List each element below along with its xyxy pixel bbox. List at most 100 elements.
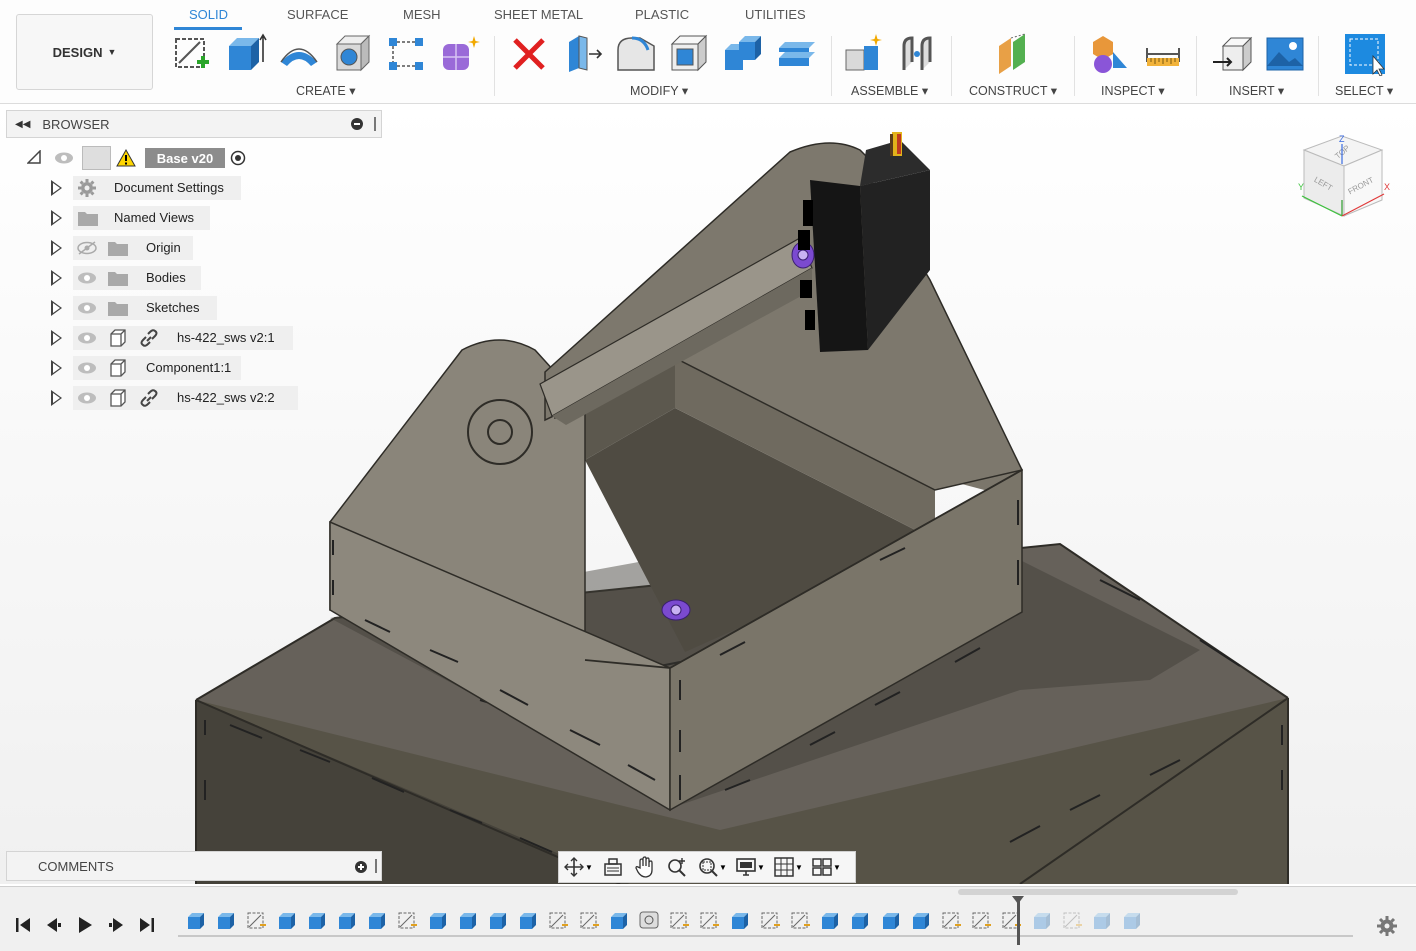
timeline-last-button[interactable]	[136, 914, 158, 936]
timeline-feature[interactable]	[637, 908, 661, 932]
timeline-marker[interactable]	[1012, 896, 1024, 945]
group-label-modify[interactable]: MODIFY ▾	[630, 83, 688, 98]
orbit-button[interactable]: ▼	[559, 853, 597, 881]
fit-button[interactable]: ▼	[693, 853, 731, 881]
group-label-insert[interactable]: INSERT ▾	[1229, 83, 1284, 98]
tree-item-named-views[interactable]: Named Views	[6, 206, 382, 230]
timeline-feature[interactable]	[667, 908, 691, 932]
tab-plastic[interactable]: PLASTIC	[635, 7, 689, 22]
viewports-button[interactable]: ▼	[807, 853, 845, 881]
tree-item-sketches[interactable]: Sketches	[6, 296, 382, 320]
timeline-feature[interactable]	[939, 908, 963, 932]
timeline-feature[interactable]	[546, 908, 570, 932]
tree-item-bodies[interactable]: Bodies	[6, 266, 382, 290]
add-comment-icon[interactable]	[355, 861, 367, 873]
timeline-feature[interactable]	[214, 908, 238, 932]
tab-sheet-metal[interactable]: SHEET METAL	[494, 7, 583, 22]
tree-root[interactable]: Base v20	[6, 146, 382, 170]
timeline-feature[interactable]	[365, 908, 389, 932]
timeline-feature[interactable]	[607, 908, 631, 932]
timeline-feature[interactable]	[577, 908, 601, 932]
group-label-create[interactable]: CREATE ▾	[296, 83, 356, 98]
expand-triangle-icon[interactable]	[51, 270, 62, 286]
section-analysis-button[interactable]	[1086, 32, 1132, 76]
timeline-feature[interactable]	[1030, 908, 1054, 932]
timeline-feature[interactable]	[516, 908, 540, 932]
tree-item-servo-2[interactable]: hs-422_sws v2:2	[6, 386, 382, 410]
group-label-assemble[interactable]: ASSEMBLE ▾	[851, 83, 928, 98]
eye-icon[interactable]	[53, 150, 75, 166]
timeline-feature[interactable]	[758, 908, 782, 932]
timeline-feature[interactable]	[1060, 908, 1084, 932]
hole-button[interactable]	[330, 32, 376, 76]
extrude-button[interactable]	[222, 32, 268, 76]
collapse-icon[interactable]: ◀◀	[15, 119, 30, 130]
create-sketch-button[interactable]	[169, 32, 215, 76]
combine-button[interactable]	[720, 32, 766, 76]
pattern-button[interactable]	[383, 32, 429, 76]
expand-triangle-icon[interactable]	[51, 360, 62, 376]
display-settings-button[interactable]: ▼	[731, 853, 769, 881]
group-label-select[interactable]: SELECT ▾	[1335, 83, 1393, 98]
workspace-switcher[interactable]: DESIGN ▼	[16, 14, 153, 90]
press-pull-button[interactable]	[560, 32, 606, 76]
expand-triangle-icon[interactable]	[51, 330, 62, 346]
resize-grip[interactable]	[375, 859, 377, 873]
tree-item-document-settings[interactable]: Document Settings	[6, 176, 382, 200]
select-button[interactable]	[1340, 32, 1390, 76]
timeline-prev-button[interactable]	[43, 914, 65, 936]
timeline-feature[interactable]	[275, 908, 299, 932]
group-label-inspect[interactable]: INSPECT ▾	[1101, 83, 1165, 98]
group-label-construct[interactable]: CONSTRUCT ▾	[969, 83, 1057, 98]
timeline-feature[interactable]	[305, 908, 329, 932]
eye-icon[interactable]	[76, 390, 98, 406]
activate-radio-icon[interactable]	[230, 150, 246, 166]
delete-button[interactable]	[506, 32, 552, 76]
timeline-scrollbar[interactable]	[958, 889, 1238, 895]
new-component-button[interactable]	[841, 32, 887, 76]
insert-derive-button[interactable]	[1210, 32, 1256, 76]
expand-triangle-icon[interactable]	[51, 210, 62, 226]
eye-icon[interactable]	[76, 360, 98, 376]
timeline-feature[interactable]	[1090, 908, 1114, 932]
timeline-feature[interactable]	[909, 908, 933, 932]
timeline-next-button[interactable]	[105, 914, 127, 936]
expand-triangle-icon[interactable]	[51, 390, 62, 406]
timeline-feature[interactable]	[1120, 908, 1144, 932]
timeline-feature[interactable]	[184, 908, 208, 932]
expand-triangle-icon[interactable]	[51, 300, 62, 316]
revolve-button[interactable]	[276, 32, 322, 76]
browser-header[interactable]: ◀◀ BROWSER	[6, 110, 382, 138]
resize-grip[interactable]	[374, 117, 376, 131]
timeline-feature[interactable]	[818, 908, 842, 932]
eye-icon[interactable]	[76, 270, 98, 286]
timeline-feature[interactable]	[486, 908, 510, 932]
root-component-label[interactable]: Base v20	[145, 148, 225, 168]
timeline-feature[interactable]	[426, 908, 450, 932]
grid-settings-button[interactable]: ▼	[769, 853, 807, 881]
timeline-feature[interactable]	[728, 908, 752, 932]
eye-hidden-icon[interactable]	[76, 240, 98, 256]
tree-item-component1[interactable]: Component1:1	[6, 356, 382, 380]
tab-solid[interactable]: SOLID	[189, 7, 228, 22]
joint-button[interactable]	[895, 32, 941, 76]
expand-triangle-icon[interactable]	[51, 240, 62, 256]
expand-triangle-icon[interactable]	[51, 180, 62, 196]
timeline-feature[interactable]	[848, 908, 872, 932]
offset-face-button[interactable]	[774, 32, 820, 76]
tab-utilities[interactable]: UTILITIES	[745, 7, 806, 22]
fillet-button[interactable]	[613, 32, 659, 76]
timeline-feature[interactable]	[697, 908, 721, 932]
tab-surface[interactable]: SURFACE	[287, 7, 348, 22]
expanded-triangle-icon[interactable]	[27, 150, 41, 164]
timeline-first-button[interactable]	[12, 914, 34, 936]
timeline-feature[interactable]	[879, 908, 903, 932]
timeline-feature[interactable]	[456, 908, 480, 932]
look-at-button[interactable]	[597, 853, 629, 881]
pan-button[interactable]	[629, 853, 661, 881]
timeline-feature[interactable]	[244, 908, 268, 932]
tree-item-servo-1[interactable]: hs-422_sws v2:1	[6, 326, 382, 350]
timeline-play-button[interactable]	[74, 914, 96, 936]
measure-button[interactable]	[1140, 32, 1186, 76]
eye-icon[interactable]	[76, 300, 98, 316]
